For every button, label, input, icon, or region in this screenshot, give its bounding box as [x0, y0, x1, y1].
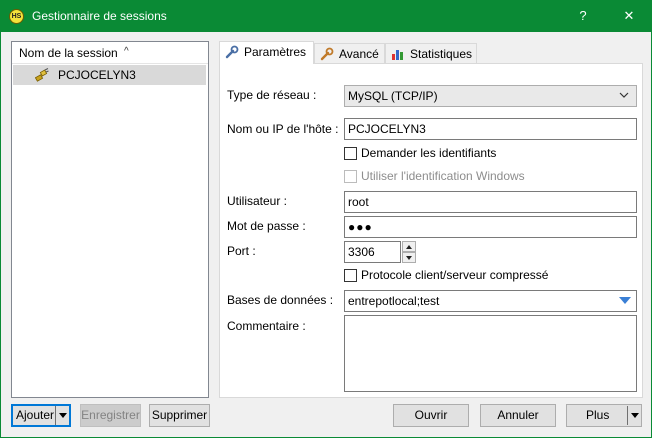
dropdown-arrow-icon[interactable] [619, 297, 631, 304]
compressed-protocol-checkbox[interactable]: Protocole client/serveur compressé [344, 268, 584, 284]
databases-value: entrepotlocal;test [348, 294, 440, 308]
checkbox-box [344, 147, 357, 160]
password-label: Mot de passe : [227, 219, 306, 233]
more-button-label: Plus [586, 408, 610, 422]
port-label: Port : [227, 244, 256, 258]
user-label: Utilisateur : [227, 194, 288, 208]
tab-label: Paramètres [244, 45, 307, 59]
help-button[interactable]: ? [560, 0, 606, 32]
host-input[interactable]: PCJOCELYN3 [344, 118, 637, 140]
open-button[interactable]: Ouvrir [393, 404, 469, 427]
comment-label: Commentaire : [227, 319, 306, 333]
close-button[interactable]: ✕ [606, 0, 652, 32]
network-type-select[interactable]: MySQL (TCP/IP) [344, 85, 637, 107]
checkbox-label: Utiliser l'identification Windows [361, 169, 525, 183]
tab-label: Avancé [339, 47, 379, 61]
add-dropdown-arrow[interactable] [55, 406, 69, 425]
wrench-icon [225, 45, 239, 59]
comment-textarea[interactable] [344, 315, 637, 392]
port-value: 3306 [348, 245, 375, 259]
heidisql-app-icon: HS [9, 9, 24, 24]
tab-statistiques[interactable]: Statistiques [385, 43, 477, 63]
parametres-panel: Type de réseau : MySQL (TCP/IP) Nom ou I… [219, 63, 643, 398]
user-input[interactable]: root [344, 191, 637, 213]
save-button[interactable]: Enregistrer [80, 404, 141, 427]
bar-chart-icon [392, 50, 403, 60]
title-bar: HS Gestionnaire de sessions ? ✕ [0, 0, 652, 32]
add-button-label: Ajouter [16, 408, 55, 422]
checkbox-label: Demander les identifiants [361, 146, 497, 160]
add-button[interactable]: Ajouter [11, 404, 71, 427]
checkbox-box [344, 269, 357, 282]
tab-parametres[interactable]: Paramètres [219, 41, 314, 64]
session-manager-window: Nom de la session ^ PCJOCELYN3 Paramètre… [0, 32, 652, 438]
databases-combo[interactable]: entrepotlocal;test [344, 290, 637, 312]
column-header-label: Nom de la session [19, 46, 118, 60]
checkbox-label: Protocole client/serveur compressé [361, 268, 549, 282]
session-plug-icon [35, 68, 49, 82]
network-type-value: MySQL (TCP/IP) [348, 89, 438, 103]
sort-ascending-icon: ^ [124, 46, 129, 57]
session-item-label: PCJOCELYN3 [58, 68, 136, 82]
port-increment-button[interactable] [402, 241, 416, 252]
network-type-label: Type de réseau : [227, 88, 317, 102]
session-item[interactable]: PCJOCELYN3 [13, 65, 206, 85]
session-name-column-header[interactable]: Nom de la session ^ [12, 42, 208, 64]
session-tree[interactable]: Nom de la session ^ PCJOCELYN3 [11, 41, 209, 398]
cancel-button[interactable]: Annuler [480, 404, 556, 427]
window-title: Gestionnaire de sessions [32, 9, 167, 23]
password-value: ●●● [348, 220, 373, 234]
windows-auth-checkbox[interactable]: Utiliser l'identification Windows [344, 169, 564, 185]
prompt-credentials-checkbox[interactable]: Demander les identifiants [344, 146, 544, 162]
databases-label: Bases de données : [227, 293, 334, 307]
password-input[interactable]: ●●● [344, 216, 637, 238]
more-dropdown-arrow[interactable] [627, 406, 641, 425]
delete-button[interactable]: Supprimer [149, 404, 210, 427]
chevron-down-icon [619, 92, 629, 98]
more-button[interactable]: Plus [566, 404, 642, 427]
checkbox-box [344, 170, 357, 183]
wrench-icon [320, 47, 334, 61]
tab-avance[interactable]: Avancé [314, 43, 385, 63]
host-value: PCJOCELYN3 [348, 122, 426, 136]
port-decrement-button[interactable] [402, 252, 416, 263]
host-label: Nom ou IP de l'hôte : [227, 122, 339, 136]
user-value: root [348, 195, 369, 209]
tab-label: Statistiques [410, 47, 473, 61]
settings-tabs: Paramètres Avancé Statistiques Type de r… [219, 41, 643, 398]
port-input[interactable]: 3306 [344, 241, 401, 263]
